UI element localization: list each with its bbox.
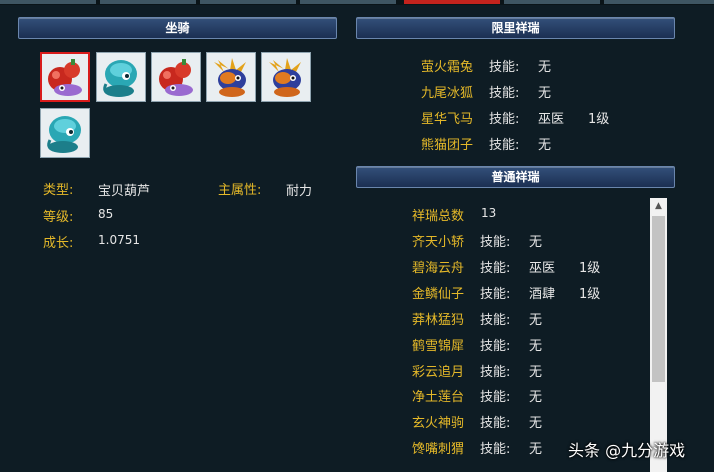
top-tab[interactable] xyxy=(0,0,96,4)
scroll-up-arrow-icon[interactable]: ▲ xyxy=(650,198,667,214)
skill-level: 1级 xyxy=(579,260,601,276)
limited-header: 限里祥瑞 xyxy=(356,17,675,39)
skill-label: 技能: xyxy=(489,112,520,127)
mount-name: 净土莲台 xyxy=(412,390,465,406)
skill-value: 无 xyxy=(529,312,543,328)
skill-label: 技能: xyxy=(480,390,511,406)
mount-slot[interactable] xyxy=(206,52,256,102)
skill-label: 技能: xyxy=(480,312,511,328)
skill-label: 技能: xyxy=(480,338,511,354)
mount-slot[interactable] xyxy=(151,52,201,102)
growth-value: 1.0751 xyxy=(98,233,140,247)
skill-label: 技能: xyxy=(480,260,511,276)
top-tab[interactable] xyxy=(504,0,600,4)
top-tab-active[interactable] xyxy=(404,0,500,4)
top-tab[interactable] xyxy=(604,0,714,4)
skill-value: 巫医 xyxy=(538,112,565,127)
level-value: 85 xyxy=(98,207,114,221)
skill-value: 无 xyxy=(529,416,543,432)
skill-label: 技能: xyxy=(480,442,511,458)
mount-name: 馋嘴刺猬 xyxy=(412,442,465,458)
top-tab[interactable] xyxy=(100,0,196,4)
watermark: 头条 @九分游戏 xyxy=(568,441,686,460)
skill-label: 技能: xyxy=(480,364,511,380)
level-label: 等级: xyxy=(43,210,74,225)
top-tab-strip xyxy=(0,0,714,5)
scrollbar-thumb[interactable] xyxy=(652,216,665,382)
skill-value: 无 xyxy=(529,390,543,406)
mount-panel-header: 坐骑 xyxy=(18,17,337,39)
main-attr-value: 耐力 xyxy=(286,184,313,199)
type-value: 宝贝葫芦 xyxy=(98,184,151,199)
skill-label: 技能: xyxy=(489,60,520,75)
type-label: 类型: xyxy=(43,183,74,198)
total-value: 13 xyxy=(481,206,497,220)
mount-name: 齐天小轿 xyxy=(412,235,465,250)
skill-level: 1级 xyxy=(579,286,601,302)
dragon-mount-icon xyxy=(208,54,254,104)
skill-value: 无 xyxy=(538,60,552,75)
skill-value: 无 xyxy=(529,338,543,354)
mount-slot[interactable] xyxy=(96,52,146,102)
main-attr-label: 主属性: xyxy=(218,183,262,198)
skill-value: 酒肆 xyxy=(529,286,556,302)
skill-value: 无 xyxy=(538,138,552,153)
growth-label: 成长: xyxy=(43,236,74,251)
skill-value: 无 xyxy=(529,364,543,380)
mount-name: 鹤雪锦犀 xyxy=(412,338,465,354)
skill-label: 技能: xyxy=(480,416,511,432)
skill-label: 技能: xyxy=(480,286,511,302)
mount-name: 莽林猛犸 xyxy=(412,312,465,328)
mount-slot[interactable] xyxy=(261,52,311,102)
skill-label: 技能: xyxy=(489,138,520,153)
mount-name: 碧海云舟 xyxy=(412,260,465,276)
skill-value: 巫医 xyxy=(529,260,556,276)
mount-name: 彩云追月 xyxy=(412,364,465,380)
mount-slot[interactable] xyxy=(40,52,90,102)
red-gourd-mount-icon xyxy=(42,54,88,104)
mount-name: 星华飞马 xyxy=(421,112,474,127)
cyan-mount-icon xyxy=(98,54,144,104)
top-tab[interactable] xyxy=(200,0,296,4)
skill-value: 无 xyxy=(529,442,543,458)
normal-header: 普通祥瑞 xyxy=(356,166,675,188)
mount-slot[interactable] xyxy=(40,108,90,158)
top-tab[interactable] xyxy=(300,0,396,4)
dragon-mount-icon xyxy=(263,54,309,104)
mount-name: 熊猫团子 xyxy=(421,138,474,153)
mount-name: 九尾冰狐 xyxy=(421,86,474,101)
skill-label: 技能: xyxy=(489,86,520,101)
skill-level: 1级 xyxy=(588,112,610,127)
skill-value: 无 xyxy=(529,235,543,250)
mount-name: 金鳞仙子 xyxy=(412,286,465,302)
red-gourd-mount-icon xyxy=(153,54,199,104)
skill-label: 技能: xyxy=(480,235,511,250)
mount-name: 玄火神驹 xyxy=(412,416,465,432)
normal-list-scrollbar[interactable]: ▲ xyxy=(650,198,667,472)
mount-name: 萤火霜兔 xyxy=(421,60,474,75)
skill-value: 无 xyxy=(538,86,552,101)
cyan-mount-icon xyxy=(42,110,88,160)
total-label: 祥瑞总数 xyxy=(412,209,465,224)
